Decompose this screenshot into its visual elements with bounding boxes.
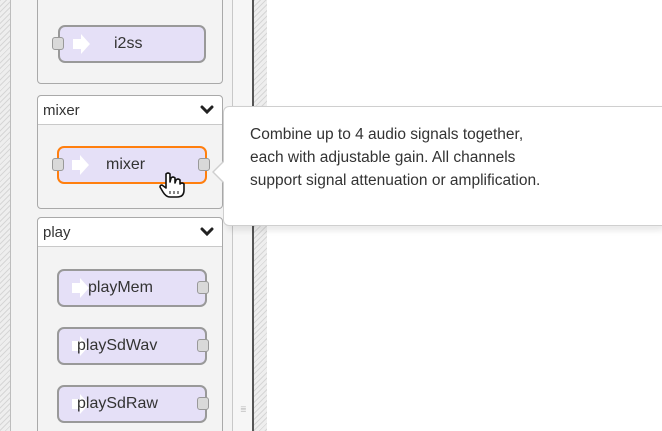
chevron-down-icon[interactable] xyxy=(200,227,214,237)
workspace-edge-left xyxy=(0,0,11,431)
category-header[interactable]: mixer xyxy=(38,96,222,125)
arrow-right-icon xyxy=(73,34,90,54)
node-label: mixer xyxy=(106,156,146,173)
node-output-port[interactable] xyxy=(197,339,209,352)
node-label: i2ss xyxy=(114,35,143,52)
node-label: playSdRaw xyxy=(77,395,158,412)
tooltip-line: each with adjustable gain. All channels xyxy=(250,149,516,166)
node-playSdRaw[interactable]: playSdRaw xyxy=(57,385,207,423)
node-output-port[interactable] xyxy=(198,158,210,171)
flow-editor: = = i2ss mixer mixer play playMem playSdW… xyxy=(0,0,662,431)
tooltip-pointer-inner xyxy=(214,161,225,183)
arrow-right-icon xyxy=(72,155,89,175)
node-label: playSdWav xyxy=(77,337,158,354)
node-output-port[interactable] xyxy=(197,281,209,294)
node-input-port[interactable] xyxy=(52,37,64,50)
tooltip-line: support signal attenuation or amplificat… xyxy=(250,172,541,189)
scrollbar-grip-icon[interactable]: = = xyxy=(240,404,247,416)
node-input-port[interactable] xyxy=(52,158,64,171)
category-title: mixer xyxy=(43,102,80,119)
node-output-port[interactable] xyxy=(197,397,209,410)
category-title: play xyxy=(43,224,71,241)
tooltip-line: Combine up to 4 audio signals together, xyxy=(250,126,524,143)
node-playSdWav[interactable]: playSdWav xyxy=(57,327,207,365)
hand-pointer-icon xyxy=(159,172,185,198)
chevron-down-icon[interactable] xyxy=(200,105,214,115)
node-i2ss[interactable]: i2ss xyxy=(58,25,206,63)
category-header[interactable]: play xyxy=(38,218,222,247)
node-help-tooltip: Combine up to 4 audio signals together, … xyxy=(223,106,662,226)
node-playMem[interactable]: playMem xyxy=(57,269,207,307)
node-label: playMem xyxy=(88,279,153,296)
